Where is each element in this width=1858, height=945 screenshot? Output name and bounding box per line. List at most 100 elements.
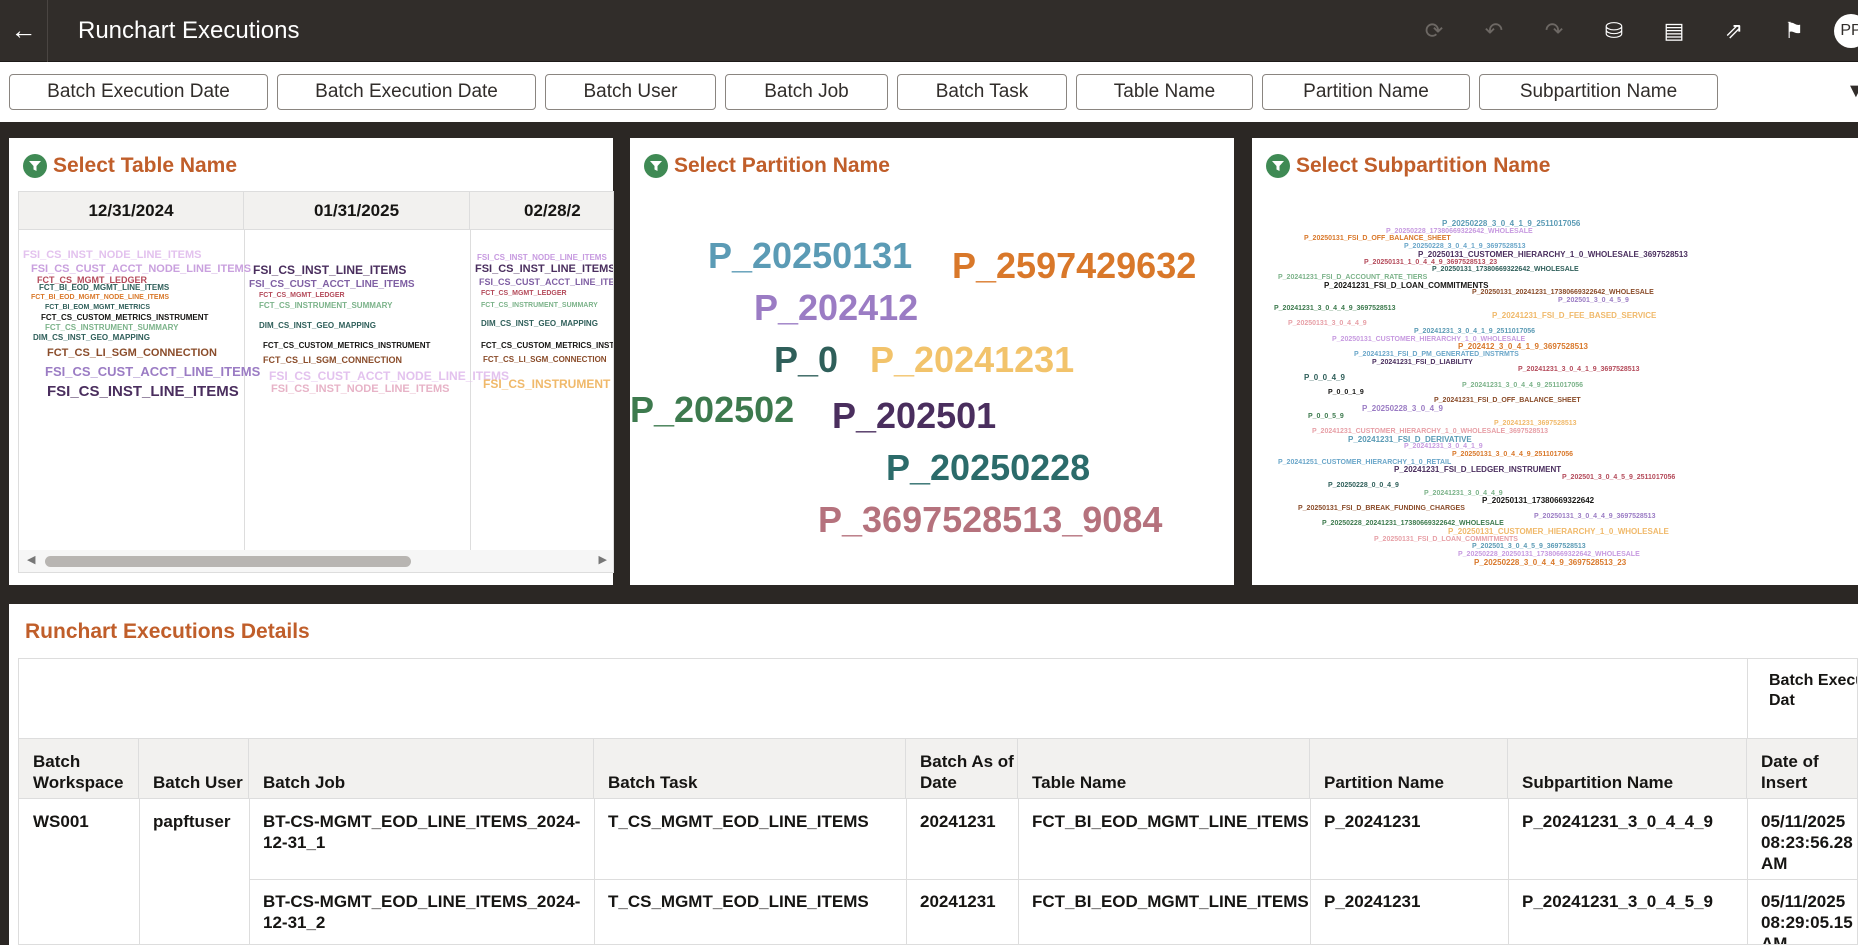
word-cloud-item[interactable]: DIM_CS_INST_GEO_MAPPING bbox=[259, 322, 376, 330]
filter-batch-task[interactable]: Batch Task bbox=[897, 74, 1067, 110]
subpartition-word[interactable]: P_20241231_FSI_D_LIABILITY bbox=[1372, 359, 1473, 366]
word-cloud-item[interactable]: FSI_CS_CUST_ACCT_LINE_ITEMS bbox=[479, 278, 613, 287]
word-cloud-item[interactable]: FCT_CS_INSTRUMENT_SUMMARY bbox=[259, 302, 393, 310]
subpartition-word[interactable]: P_202501_3_0_4_5_9 bbox=[1558, 297, 1629, 304]
word-cloud-item[interactable]: FCT_BI_EOM_MGMT_METRICS bbox=[45, 304, 150, 311]
subpartition-word[interactable]: P_20250131_17380669322642_WHOLESALE bbox=[1432, 266, 1579, 273]
subpartition-word[interactable]: P_20241231_FSI_D_OFF_BALANCE_SHEET bbox=[1434, 397, 1581, 404]
word-cloud-item[interactable]: FSI_CS_INST_LINE_ITEMS bbox=[475, 264, 613, 275]
subpartition-word[interactable]: P_202501_3_0_4_5_9_2511017056 bbox=[1562, 474, 1675, 481]
subpartition-word[interactable]: P_20250131_3_0_4_4_9 bbox=[1288, 320, 1367, 327]
word-cloud-item[interactable]: FCT_BI_EOD_MGMT_NODE_LINE_ITEMS bbox=[31, 294, 169, 301]
partition-word[interactable]: P_2597429632 bbox=[952, 248, 1196, 284]
subpartition-word[interactable]: P_20250131_FSI_D_OFF_BALANCE_SHEET bbox=[1304, 235, 1451, 242]
partition-word[interactable]: P_202501 bbox=[832, 398, 996, 434]
word-cloud-item[interactable]: FSI_CS_INST_LINE_ITEMS bbox=[253, 264, 406, 276]
filter-partition-name[interactable]: Partition Name bbox=[1262, 74, 1470, 110]
date-column-header[interactable]: 01/31/2025 bbox=[244, 192, 470, 230]
subpartition-word[interactable]: P_0_0_5_9 bbox=[1308, 413, 1344, 420]
subpartition-word[interactable]: P_20250228_0_0_4_9 bbox=[1328, 482, 1399, 489]
col-batch-as-of-date[interactable]: Batch As of Date bbox=[906, 739, 1018, 799]
word-cloud-item[interactable]: FCT_CS_MGMT_LEDGER bbox=[481, 290, 567, 297]
subpartition-word[interactable]: P_0_0_4_9 bbox=[1304, 374, 1345, 382]
filter-batch-execution-date-2[interactable]: Batch Execution Date bbox=[277, 74, 536, 110]
subpartition-word[interactable]: P_20250131_1_0_4_4_9_3697528513_23 bbox=[1364, 259, 1497, 266]
word-cloud-item[interactable]: FSI_CS_INST_NODE_LINE_ITEMS bbox=[23, 250, 202, 261]
partition-word[interactable]: P_202412 bbox=[754, 290, 918, 326]
scroll-right-icon[interactable]: ▶ bbox=[599, 553, 607, 566]
subpartition-word[interactable]: P_20250228_3_0_4_4_9_3697528513_23 bbox=[1474, 558, 1626, 567]
horizontal-scrollbar[interactable]: ◀ ▶ bbox=[19, 550, 613, 572]
subpartition-word[interactable]: P_0_0_1_9 bbox=[1328, 389, 1364, 396]
partition-word[interactable]: P_0 bbox=[774, 342, 838, 378]
word-cloud-item[interactable]: FSI_CS_INSTRUMENT bbox=[483, 378, 610, 390]
scroll-thumb[interactable] bbox=[45, 556, 411, 567]
undo-icon[interactable]: ↶ bbox=[1464, 0, 1524, 62]
subpartition-word[interactable]: P_20250131_17380669322642 bbox=[1482, 497, 1594, 505]
filter-table-name[interactable]: Table Name bbox=[1076, 74, 1253, 110]
subpartition-word[interactable]: P_20250228_17380669322642_WHOLESALE bbox=[1386, 228, 1533, 235]
subpartition-word[interactable]: P_20241231_3697528513 bbox=[1494, 420, 1577, 427]
subpartition-word[interactable]: P_20241231_3_0_4_1_9_3697528513 bbox=[1518, 366, 1639, 373]
filter-batch-job[interactable]: Batch Job bbox=[725, 74, 888, 110]
col-subpartition-name[interactable]: Subpartition Name bbox=[1508, 739, 1747, 799]
word-cloud-item[interactable]: FCT_CS_MGMT_LEDGER bbox=[259, 292, 345, 299]
scroll-left-icon[interactable]: ◀ bbox=[27, 553, 35, 566]
word-cloud-item[interactable]: FSI_CS_CUST_ACCT_LINE_ITEMS bbox=[249, 280, 415, 290]
data-icon[interactable]: ⛁ bbox=[1584, 0, 1644, 62]
subpartition-word[interactable]: P_20241231_FSI_D_PM_GENERATED_INSTRMTS bbox=[1354, 351, 1519, 358]
word-cloud-item[interactable]: FCT_CS_CUSTOM_METRICS_INSTRUMENT bbox=[481, 342, 613, 350]
word-cloud-item[interactable]: FSI_CS_CUST_ACCT_NODE_LINE_ITEMS bbox=[31, 264, 251, 275]
subpartition-word[interactable]: P_20250131_3_0_4_4_9_2511017056 bbox=[1452, 451, 1573, 458]
word-cloud-item[interactable]: FCT_CS_LI_SGM_CONNECTION bbox=[47, 348, 217, 359]
word-cloud-item[interactable]: FCT_CS_INSTRUMENT_SUMMARY bbox=[45, 324, 179, 332]
subpartition-word[interactable]: P_202501_3_0_4_5_9_3697528513 bbox=[1472, 543, 1586, 550]
subpartition-word[interactable]: P_20241231_3_0_4_4_9_3697528513 bbox=[1274, 305, 1395, 312]
filter-batch-execution-date-1[interactable]: Batch Execution Date bbox=[9, 74, 268, 110]
subpartition-word[interactable]: P_20250131_20241231_17380669322642_WHOLE… bbox=[1472, 289, 1654, 296]
partition-word[interactable]: P_202502 bbox=[630, 392, 794, 428]
word-cloud-item[interactable]: DIM_CS_INST_GEO_MAPPING bbox=[481, 320, 598, 328]
col-batch-task[interactable]: Batch Task bbox=[594, 739, 906, 799]
word-cloud-item[interactable]: FSI_CS_INST_LINE_ITEMS bbox=[47, 384, 239, 399]
filter-subpartition-name[interactable]: Subpartition Name bbox=[1479, 74, 1718, 110]
word-cloud-item[interactable]: FCT_BI_EOD_MGMT_LINE_ITEMS bbox=[39, 284, 169, 292]
redo-icon[interactable]: ↷ bbox=[1524, 0, 1584, 62]
subpartition-word[interactable]: P_20241231_FSI_D_LEDGER_INSTRUMENT bbox=[1394, 466, 1561, 474]
col-batch-job[interactable]: Batch Job bbox=[249, 739, 594, 799]
subpartition-word[interactable]: P_20250228_3_0_4_9 bbox=[1362, 404, 1443, 413]
subpartition-word[interactable]: P_20250131_FSI_D_BREAK_FUNDING_CHARGES bbox=[1298, 505, 1465, 512]
subpartition-word[interactable]: P_20241231_CUSTOMER_HIERARCHY_1_0_WHOLES… bbox=[1312, 428, 1548, 435]
subpartition-word[interactable]: P_20250131_FSI_D_LOAN_COMMITMENTS bbox=[1374, 536, 1518, 543]
partition-word[interactable]: P_20250228 bbox=[886, 450, 1090, 486]
subpartition-word[interactable]: P_20241231_FSI_D_ACCOUNT_RATE_TIERS bbox=[1278, 274, 1427, 281]
col-batch-user[interactable]: Batch User bbox=[139, 739, 249, 799]
avatar[interactable]: PP bbox=[1834, 14, 1858, 48]
subpartition-word[interactable]: P_20250131_3_0_4_4_9_3697528513 bbox=[1534, 513, 1655, 520]
word-cloud-item[interactable]: FCT_CS_CUSTOM_METRICS_INSTRUMENT bbox=[41, 314, 208, 322]
back-arrow-icon[interactable]: ← bbox=[0, 0, 48, 62]
col-table-name[interactable]: Table Name bbox=[1018, 739, 1310, 799]
word-cloud-item[interactable]: FCT_CS_INSTRUMENT_SUMMARY bbox=[481, 302, 598, 309]
date-column-header[interactable]: 12/31/2024 bbox=[19, 192, 244, 230]
partition-word[interactable]: P_20241231 bbox=[870, 342, 1074, 378]
word-cloud-item[interactable]: FSI_CS_INST_NODE_LINE_ITEMS bbox=[477, 254, 607, 262]
filter-batch-user[interactable]: Batch User bbox=[545, 74, 716, 110]
word-cloud-item[interactable]: DIM_CS_INST_GEO_MAPPING bbox=[33, 334, 150, 342]
word-cloud-item[interactable]: FCT_CS_CUSTOM_METRICS_INSTRUMENT bbox=[263, 342, 430, 350]
col-date-of-insert[interactable]: Date of Insert bbox=[1747, 739, 1857, 799]
word-cloud-item[interactable]: FSI_CS_CUST_ACCT_LINE_ITEMS bbox=[45, 365, 260, 378]
date-column-header[interactable]: 02/28/2 bbox=[470, 192, 613, 230]
partition-word[interactable]: P_20250131 bbox=[708, 238, 912, 274]
bookmark-icon[interactable]: ⚑ bbox=[1764, 0, 1824, 62]
subpartition-word[interactable]: P_20241231_3_0_4_4_9_2511017056 bbox=[1462, 382, 1583, 389]
subpartition-word[interactable]: P_20241231_3_0_4_1_9_2511017056 bbox=[1414, 328, 1535, 335]
export-icon[interactable]: ⇗ bbox=[1704, 0, 1764, 62]
word-cloud-item[interactable]: FSI_CS_INST_NODE_LINE_ITEMS bbox=[271, 384, 450, 395]
subpartition-word[interactable]: P_20241231_FSI_D_FEE_BASED_SERVICE bbox=[1492, 312, 1656, 320]
word-cloud-item[interactable]: FSI_CS_CUST_ACCT_NODE_LINE_ITEMS bbox=[269, 370, 509, 382]
col-partition-name[interactable]: Partition Name bbox=[1310, 739, 1508, 799]
filter-icon[interactable]: ▼ bbox=[1846, 80, 1858, 103]
partition-word[interactable]: P_3697528513_9084 bbox=[818, 502, 1162, 538]
subpartition-word[interactable]: P_20241231_FSI_D_LOAN_COMMITMENTS bbox=[1324, 281, 1489, 290]
